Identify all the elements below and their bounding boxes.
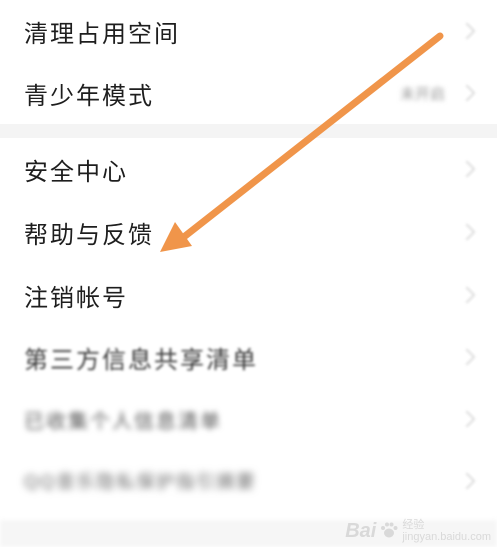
annotation-arrow [160, 32, 444, 252]
watermark-site: jingyan.baidu.com [402, 531, 491, 543]
settings-screen: 清理占用空间 青少年模式 未开启 安全中心 帮助与反馈 注销帐号 第三方信息共享… [0, 0, 497, 547]
watermark: Bai 经验 jingyan.baidu.com [345, 519, 491, 543]
watermark-suffix: 经验 [402, 519, 425, 531]
watermark-text-group: 经验 jingyan.baidu.com [402, 519, 491, 543]
arrow-shaft [176, 32, 444, 244]
paw-logo-icon [381, 522, 398, 538]
watermark-brand: Bai [345, 520, 377, 542]
